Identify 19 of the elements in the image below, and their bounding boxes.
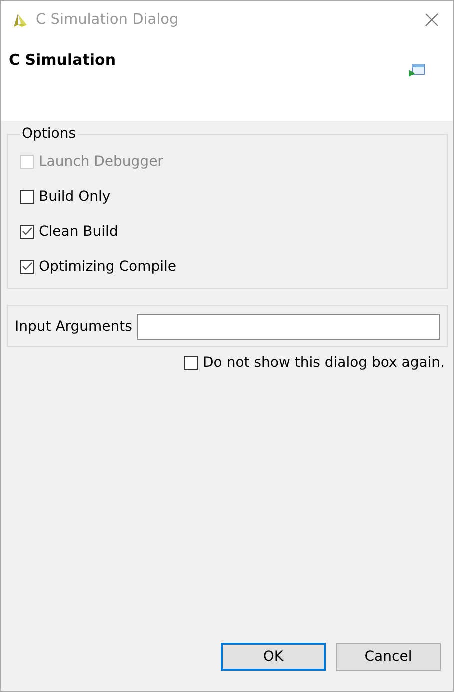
checkbox-label: Clean Build: [39, 224, 118, 240]
group-legend: Options: [20, 126, 78, 142]
checkbox-label: Launch Debugger: [39, 154, 164, 170]
field-label: Input Arguments: [15, 319, 132, 335]
checkbox[interactable]: [20, 190, 34, 204]
dialog-heading: C Simulation: [9, 51, 118, 69]
logo-icon: [12, 12, 28, 28]
window-title: C Simulation Dialog: [36, 12, 180, 28]
checkbox-label: Build Only: [39, 188, 111, 204]
window-play-icon: [409, 64, 425, 77]
close-icon[interactable]: [425, 13, 439, 27]
checkbox[interactable]: [184, 356, 198, 370]
checkbox-label: Optimizing Compile: [39, 258, 177, 274]
checkbox-label: Do not show this dialog box again.: [203, 355, 445, 371]
input-arguments-field[interactable]: [137, 314, 440, 340]
checked-checkbox[interactable]: [20, 224, 34, 238]
cancel-button[interactable]: Cancel: [336, 643, 441, 671]
ok-button[interactable]: OK: [221, 643, 326, 671]
checked-checkbox[interactable]: [20, 260, 34, 274]
